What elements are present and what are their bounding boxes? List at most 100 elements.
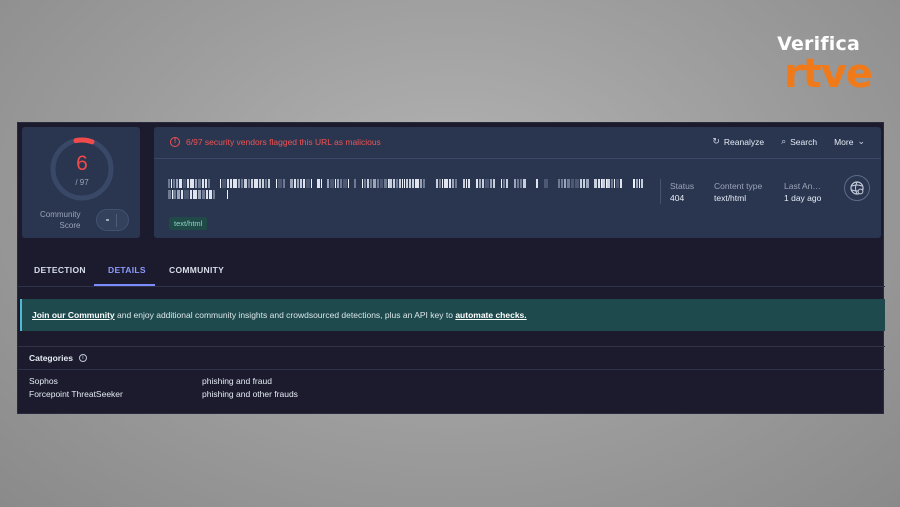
redacted-pixel <box>182 179 187 188</box>
redacted-pixel <box>322 179 326 188</box>
vote-dot-icon <box>106 219 109 221</box>
redacted-pixel <box>303 179 306 188</box>
verifica-rtve-logo: Verifica rtve <box>752 30 873 106</box>
redacted-pixel <box>489 179 493 188</box>
redacted-pixel <box>330 179 334 188</box>
automate-checks-link[interactable]: automate checks. <box>455 310 526 320</box>
redacted-pixel <box>458 179 462 188</box>
redacted-pixel <box>317 179 320 188</box>
redacted-pixel <box>412 179 415 188</box>
redacted-pixel <box>505 179 509 188</box>
category-vendor: Sophos <box>29 376 58 386</box>
redacted-pixel <box>190 179 195 188</box>
content-type-tag[interactable]: text/html <box>169 217 208 230</box>
reanalyze-button[interactable]: ↻ Reanalyze <box>712 136 764 147</box>
redacted-pixel <box>451 179 454 188</box>
redacted-pixel <box>313 179 317 188</box>
redacted-pixel <box>373 179 376 188</box>
redacted-pixel <box>227 190 228 199</box>
tab-details[interactable]: DETAILS <box>108 265 146 275</box>
categories-divider <box>18 369 885 370</box>
redacted-pixel <box>343 179 347 188</box>
redacted-pixel <box>531 179 535 188</box>
redacted-pixel <box>485 179 489 188</box>
redacted-pixel <box>513 179 517 188</box>
redacted-pixel <box>195 179 198 188</box>
join-community-link[interactable]: Join our Community <box>32 310 115 320</box>
toolbar-actions: ↻ Reanalyze ⌕ Search More ⌄ <box>712 136 865 147</box>
redacted-pixel <box>575 179 580 188</box>
categories-heading: Categories i <box>29 353 87 363</box>
redacted-pixel <box>415 179 419 188</box>
redacted-pixel <box>570 179 575 188</box>
tab-detection[interactable]: DETECTION <box>34 265 86 275</box>
redacted-pixel <box>641 179 644 188</box>
redacted-pixel <box>561 179 564 188</box>
redacted-pixel <box>244 179 247 188</box>
redacted-pixel <box>189 190 193 199</box>
redacted-pixel <box>471 179 475 188</box>
redacted-pixel <box>334 179 336 188</box>
redacted-pixel <box>527 179 531 188</box>
globe-link-icon[interactable] <box>844 175 870 201</box>
blurred-url <box>168 179 644 188</box>
brand-rtve-text: rtve <box>783 51 873 97</box>
search-button[interactable]: ⌕ Search <box>781 136 817 147</box>
redacted-pixel <box>419 179 423 188</box>
meta-content-type: Content type text/html <box>714 181 763 203</box>
detection-score-card: 6 / 97 Community Score <box>22 127 140 238</box>
malicious-alert: ! 6/97 security vendors flagged this URL… <box>170 137 381 147</box>
redacted-pixel <box>403 179 405 188</box>
redacted-pixel <box>462 179 466 188</box>
redacted-pixel <box>379 179 384 188</box>
redacted-pixel <box>610 179 613 188</box>
redacted-pixel <box>250 179 253 188</box>
redacted-pixel <box>211 179 215 188</box>
redacted-pixel <box>296 179 299 188</box>
redacted-pixel <box>171 190 173 199</box>
alert-bar: ! 6/97 security vendors flagged this URL… <box>154 127 881 159</box>
redacted-pixel <box>168 190 171 199</box>
community-score-vote[interactable] <box>96 209 129 231</box>
refresh-icon: ↻ <box>712 136 720 146</box>
redacted-pixel <box>392 179 395 188</box>
redacted-pixel <box>607 179 610 188</box>
redacted-pixel <box>172 179 176 188</box>
blurred-url-continuation <box>168 190 228 199</box>
redacted-pixel <box>583 179 586 188</box>
redacted-pixel <box>590 179 594 188</box>
redacted-pixel <box>600 179 602 188</box>
meta-last-analysis: Last An… 1 day ago <box>784 181 822 203</box>
redacted-pixel <box>597 179 600 188</box>
tab-community[interactable]: COMMUNITY <box>169 265 224 275</box>
redacted-pixel <box>448 179 451 188</box>
redacted-pixel <box>171 179 172 188</box>
redacted-pixel <box>454 179 458 188</box>
redacted-pixel <box>282 179 285 188</box>
redacted-pixel <box>271 179 275 188</box>
redacted-pixel <box>347 179 349 188</box>
redacted-pixel <box>557 179 561 188</box>
detection-score-ring: 6 / 97 <box>48 135 116 203</box>
more-button[interactable]: More ⌄ <box>834 136 865 147</box>
info-icon[interactable]: i <box>78 354 87 362</box>
redacted-pixel <box>216 190 220 199</box>
redacted-pixel <box>184 190 189 199</box>
tab-bar: DETECTION DETAILS COMMUNITY <box>18 256 885 287</box>
redacted-pixel <box>253 179 258 188</box>
redacted-pixel <box>399 179 402 188</box>
meta-status: Status 404 <box>670 181 695 203</box>
redacted-pixel <box>634 179 636 188</box>
redacted-pixel <box>549 179 553 188</box>
redacted-pixel <box>564 179 567 188</box>
categories-divider-top <box>18 346 885 347</box>
redacted-pixel <box>216 179 220 188</box>
redacted-pixel <box>247 179 250 188</box>
category-value: phishing and fraud <box>202 376 272 386</box>
community-banner: Join our Community and enjoy additional … <box>20 299 885 331</box>
redacted-pixel <box>628 179 632 188</box>
redacted-pixel <box>553 179 557 188</box>
redacted-pixel <box>408 179 412 188</box>
redacted-pixel <box>198 190 202 199</box>
redacted-pixel <box>179 179 182 188</box>
